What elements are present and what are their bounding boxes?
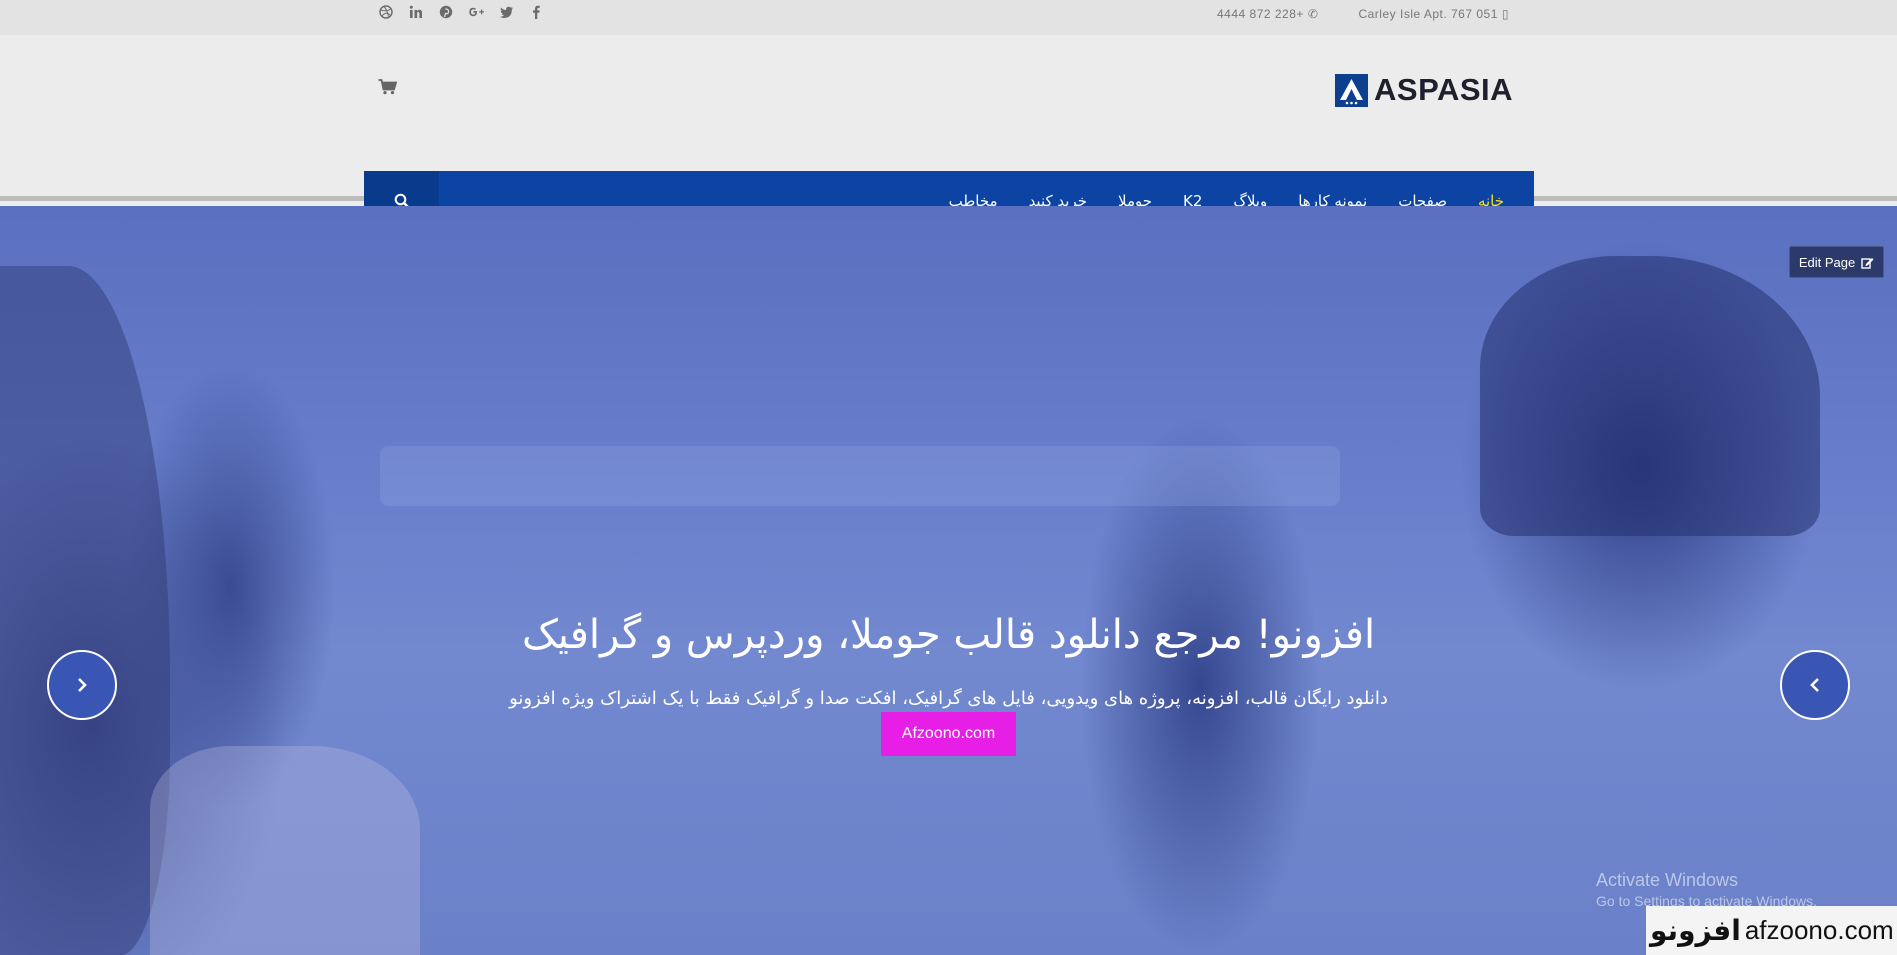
hero-background-shape xyxy=(380,446,1340,506)
phone-icon: ✆ xyxy=(1307,7,1319,21)
watermark-en: afzoono.com xyxy=(1744,915,1894,945)
activation-title: Activate Windows xyxy=(1596,870,1739,890)
hero-slider: افزونو! مرجع دانلود قالب جوملا، وردپرس و… xyxy=(0,206,1897,955)
slider-next-button[interactable] xyxy=(47,650,117,720)
watermark: افزونو afzoono.com xyxy=(1646,906,1897,955)
twitter-icon[interactable] xyxy=(498,5,514,21)
pinterest-icon[interactable] xyxy=(438,5,454,21)
phone-number: 4444 872 228+ xyxy=(1216,7,1304,21)
windows-activation-notice: Activate Windows Go to Settings to activ… xyxy=(1596,870,1817,909)
chevron-left-icon xyxy=(1810,678,1819,692)
contact-info: 4444 872 228+ ✆ Carley Isle Apt. 767 051 ▯ xyxy=(1217,7,1509,21)
logo-text: ASPASIA xyxy=(1374,72,1514,107)
hero-cta-button[interactable]: Afzoono.com xyxy=(881,712,1016,756)
chevron-right-icon xyxy=(78,678,87,692)
logo-mark-icon xyxy=(1335,73,1368,107)
address-text: Carley Isle Apt. 767 051 xyxy=(1358,7,1498,21)
slider-prev-button[interactable] xyxy=(1780,650,1850,720)
social-links xyxy=(378,5,544,21)
hero-subtitle: دانلود رایگان قالب، افزونه، پروژه های وی… xyxy=(509,688,1388,709)
dribbble-icon[interactable] xyxy=(378,5,394,21)
cart-icon[interactable] xyxy=(378,79,398,95)
hero-title: افزونو! مرجع دانلود قالب جوملا، وردپرس و… xyxy=(521,612,1376,658)
watermark-fa: افزونو xyxy=(1650,914,1741,947)
google-plus-icon[interactable] xyxy=(468,5,484,21)
edit-page-label: Edit Page xyxy=(1798,254,1856,270)
map-marker-icon: ▯ xyxy=(1501,7,1509,21)
phone-info: 4444 872 228+ ✆ xyxy=(1217,7,1318,21)
address-info: Carley Isle Apt. 767 051 ▯ xyxy=(1358,7,1509,21)
hero-background-shape xyxy=(1480,256,1820,536)
top-bar: 4444 872 228+ ✆ Carley Isle Apt. 767 051 ▯ xyxy=(0,0,1897,35)
edit-icon xyxy=(1861,257,1874,269)
linkedin-icon[interactable] xyxy=(408,5,424,21)
site-logo[interactable]: ASPASIA xyxy=(1335,72,1513,108)
hero-background-shape xyxy=(150,746,420,955)
facebook-icon[interactable] xyxy=(528,5,544,21)
hero-background-shape xyxy=(0,266,170,955)
edit-page-button[interactable]: Edit Page xyxy=(1789,246,1884,278)
